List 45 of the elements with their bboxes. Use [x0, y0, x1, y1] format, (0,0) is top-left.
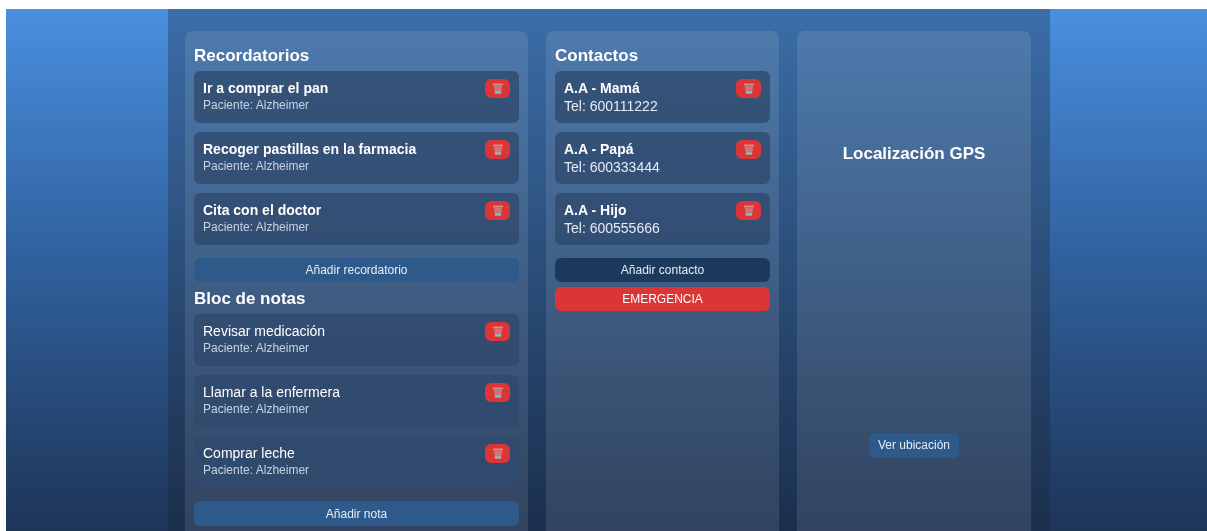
patient-label: Paciente: Alzheimer — [203, 219, 311, 235]
section-title: Recordatorios — [194, 45, 311, 67]
emergency-button[interactable]: EMERGENCIA — [555, 287, 770, 311]
item-title: A.A - Hijo — [564, 201, 628, 219]
item-title: Cita con el doctor — [203, 201, 322, 219]
trash-icon — [492, 144, 503, 155]
delete-button[interactable] — [485, 444, 510, 463]
add-contact-button[interactable]: Añadir contacto — [555, 258, 770, 282]
phone-number: Tel: 600555666 — [564, 219, 660, 237]
patient-label: Paciente: Alzheimer — [203, 158, 311, 174]
delete-button[interactable] — [736, 140, 761, 159]
delete-button[interactable] — [736, 79, 761, 98]
view-location-button[interactable]: Ver ubicación — [868, 432, 959, 458]
trash-icon — [492, 83, 503, 94]
delete-button[interactable] — [736, 201, 761, 220]
trash-icon — [492, 448, 503, 459]
item-title: Ir a comprar el pan — [203, 79, 329, 97]
item-title: Llamar a la enfermera — [203, 383, 340, 401]
phone-number: Tel: 600111222 — [564, 97, 658, 115]
item-title: A.A - Papá — [564, 140, 635, 158]
item-title: Recoger pastillas en la farmacia — [203, 140, 417, 158]
delete-button[interactable] — [485, 201, 510, 220]
delete-button[interactable] — [485, 383, 510, 402]
item-title: Comprar leche — [203, 444, 296, 462]
gps-title: Localización GPS — [842, 143, 986, 165]
delete-button[interactable] — [485, 140, 510, 159]
trash-icon — [492, 326, 503, 337]
patient-label: Paciente: Alzheimer — [203, 401, 311, 417]
patient-label: Paciente: Alzheimer — [203, 462, 310, 478]
section-title: Contactos — [555, 45, 640, 67]
section-title: Bloc de notas — [194, 288, 307, 310]
patient-label: Paciente: Alzheimer — [203, 340, 311, 356]
trash-icon — [743, 144, 754, 155]
item-title: A.A - Mamá — [564, 79, 641, 97]
trash-icon — [743, 205, 754, 216]
phone-number: Tel: 600333444 — [564, 158, 660, 176]
delete-button[interactable] — [485, 322, 510, 341]
patient-label: Paciente: Alzheimer — [203, 97, 311, 113]
trash-icon — [492, 387, 503, 398]
trash-icon — [743, 83, 754, 94]
add-reminder-button[interactable]: Añadir recordatorio — [194, 258, 519, 282]
trash-icon — [492, 205, 503, 216]
delete-button[interactable] — [485, 79, 510, 98]
item-title: Revisar medicación — [203, 322, 326, 340]
add-note-button[interactable]: Añadir nota — [194, 501, 519, 526]
